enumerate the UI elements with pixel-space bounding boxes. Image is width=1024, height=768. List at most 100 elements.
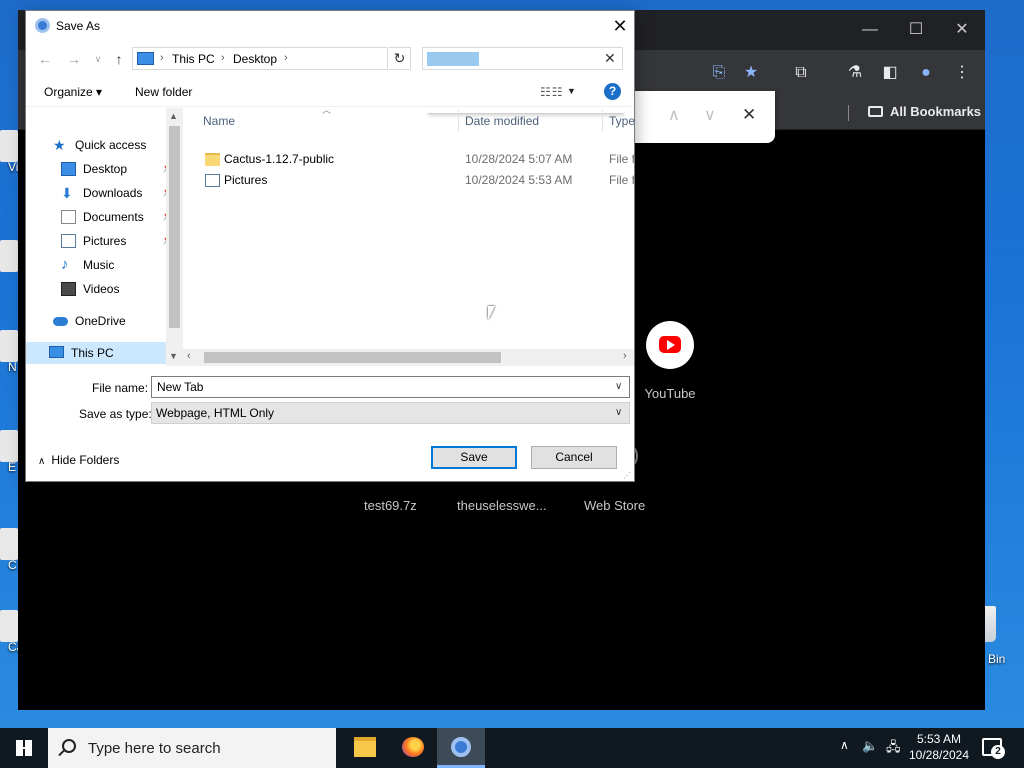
volume-muted-icon[interactable]: 🔈 — [862, 738, 878, 754]
scroll-up-icon[interactable]: ▲ — [169, 111, 178, 121]
taskbar: Type here to search ∧ 🔈 🖧 5:53 AM 10/28/… — [0, 728, 1024, 768]
horizontal-scrollbar[interactable]: ‹ › — [183, 349, 634, 366]
file-type: File folder — [609, 173, 634, 187]
up-button[interactable]: ↑ — [109, 49, 129, 69]
file-row[interactable]: Cactus-1.12.7-public 10/28/2024 5:07 AM Fi… — [183, 149, 634, 169]
desktop-shortcut-icon — [0, 430, 18, 462]
browser-maximize-button[interactable]: ☐ — [896, 18, 936, 42]
sidebar-item-this-pc[interactable]: This PC — [26, 342, 166, 364]
file-name: Cactus-1.12.7-public — [224, 152, 335, 166]
taskbar-clock[interactable]: 5:53 AM 10/28/2024 — [908, 731, 970, 763]
hide-folders-button[interactable]: ∧ Hide Folders — [38, 453, 119, 467]
column-header-name[interactable]: Name — [203, 114, 235, 128]
file-name: Pictures — [224, 173, 268, 187]
save-as-type-select[interactable]: Webpage, HTML Only — [151, 402, 630, 424]
file-explorer-icon — [354, 737, 376, 757]
browser-menu-icon[interactable]: ⋮ — [951, 62, 973, 84]
search-selection — [427, 52, 479, 66]
column-separator[interactable] — [458, 110, 459, 132]
network-icon[interactable]: 🖧 — [886, 738, 901, 760]
new-folder-button[interactable]: New folder — [135, 85, 192, 99]
side-panel-icon[interactable]: ◧ — [879, 62, 901, 84]
search-clear-button[interactable]: ✕ — [604, 50, 616, 67]
bookmark-star-icon[interactable]: ★ — [740, 62, 762, 84]
breadcrumb-desktop[interactable]: Desktop — [233, 52, 277, 66]
resize-grip-icon[interactable]: ⋰ — [623, 471, 631, 480]
scroll-right-icon[interactable]: › — [623, 350, 627, 362]
notification-center-icon[interactable]: 2 — [982, 738, 1005, 759]
file-name-dropdown-icon[interactable]: ∨ — [615, 381, 622, 392]
scroll-thumb[interactable] — [169, 126, 180, 328]
taskbar-firefox[interactable] — [388, 728, 436, 768]
folder-icon — [868, 106, 883, 117]
view-options-icon[interactable]: ☷☷ — [540, 85, 564, 99]
windows-logo-icon — [16, 740, 32, 756]
find-close-button[interactable]: ✕ — [742, 105, 756, 125]
organize-menu[interactable]: Organize — [44, 85, 102, 99]
recycle-bin-label: Bin — [988, 652, 1006, 666]
help-icon[interactable]: ? — [604, 83, 621, 100]
mouse-cursor — [488, 306, 495, 320]
breadcrumb-separator: › — [221, 52, 225, 64]
shortcut-tile-3[interactable]: Web Store — [584, 498, 645, 513]
all-bookmarks-label: All Bookmarks — [890, 104, 982, 119]
sort-arrow-icon: ︿ — [322, 105, 332, 115]
taskbar-file-explorer[interactable] — [340, 728, 388, 768]
browser-close-button[interactable]: ✕ — [942, 18, 982, 42]
desktop-shortcut-icon — [0, 240, 18, 272]
sidebar-item-label: Quick access — [75, 138, 147, 152]
sidebar-item-label: OneDrive — [75, 314, 126, 328]
desktop-icon-label: N — [8, 360, 17, 374]
find-previous-button[interactable]: ∧ — [668, 105, 680, 125]
firefox-icon — [402, 737, 424, 757]
file-row[interactable]: Pictures 10/28/2024 5:53 AM File folder — [183, 170, 634, 190]
recent-locations-button[interactable]: ∨ — [88, 49, 108, 69]
refresh-button[interactable]: ↻ — [389, 47, 411, 70]
breadcrumb-this-pc[interactable]: This PC — [172, 52, 215, 66]
taskbar-search-placeholder: Type here to search — [88, 740, 221, 757]
tray-overflow-icon[interactable]: ∧ — [840, 738, 849, 752]
shortcut-tile-2[interactable]: theuselesswe... — [457, 498, 547, 513]
dialog-close-button[interactable]: ✕ — [608, 14, 632, 38]
cloud-icon — [53, 317, 68, 326]
folder-icon — [205, 153, 220, 166]
this-pc-icon — [137, 52, 154, 65]
pictures-icon — [61, 234, 76, 248]
column-header-type[interactable]: Type — [609, 114, 635, 128]
browser-minimize-button[interactable]: — — [850, 18, 890, 42]
scroll-down-icon[interactable]: ▼ — [169, 351, 178, 361]
view-dropdown-icon[interactable]: ▼ — [567, 86, 576, 96]
page-save-icon[interactable]: ⎘ — [708, 62, 730, 84]
extensions-icon[interactable]: ⧉ — [790, 62, 812, 84]
taskbar-chrome[interactable] — [437, 728, 485, 768]
address-bar[interactable]: › This PC › Desktop › ∨ — [132, 47, 486, 70]
document-icon — [61, 210, 76, 224]
file-name-input[interactable] — [151, 376, 630, 398]
save-as-type-dropdown-icon[interactable]: ∨ — [615, 407, 622, 418]
shortcut-tile-1[interactable]: test69.7z — [364, 498, 417, 513]
chrome-icon — [451, 737, 471, 757]
taskbar-search-box[interactable]: Type here to search — [48, 728, 336, 768]
sidebar-item-label: Music — [83, 258, 115, 272]
profile-avatar-icon[interactable]: ● — [915, 62, 937, 84]
start-button[interactable] — [0, 728, 48, 768]
forward-button[interactable]: → — [64, 49, 84, 69]
desktop-shortcut-icon — [0, 130, 18, 162]
scroll-left-icon[interactable]: ‹ — [187, 350, 191, 362]
labs-flask-icon[interactable]: ⚗ — [844, 62, 866, 84]
youtube-shortcut[interactable] — [646, 321, 694, 369]
scroll-thumb[interactable] — [204, 352, 501, 363]
find-next-button[interactable]: ∨ — [704, 105, 716, 125]
all-bookmarks-button[interactable]: All Bookmarks — [868, 104, 981, 119]
navigation-pane: ★ Quick access Desktop📌⬇Downloads📌Docume… — [26, 108, 183, 366]
nav-pane-scrollbar[interactable]: ▲ ▼ — [166, 108, 183, 366]
save-button[interactable]: Save — [431, 446, 517, 469]
notification-count: 2 — [991, 745, 1005, 759]
search-input[interactable]: ✕ — [422, 47, 623, 70]
back-button[interactable]: ← — [35, 49, 55, 69]
sidebar-item-label: Downloads — [83, 186, 143, 200]
desktop-shortcut-icon — [0, 330, 18, 362]
cancel-button[interactable]: Cancel — [531, 446, 617, 469]
column-separator[interactable] — [602, 110, 603, 132]
column-header-date[interactable]: Date modified — [465, 114, 539, 128]
